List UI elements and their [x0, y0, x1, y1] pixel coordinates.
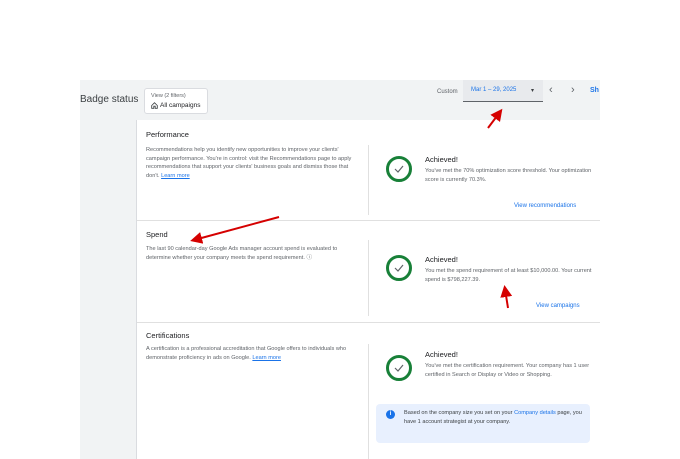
arrow-to-amount — [500, 285, 513, 309]
annotation-arrows — [190, 108, 513, 309]
arrow-to-spend — [190, 216, 280, 244]
arrow-to-date — [487, 108, 503, 129]
